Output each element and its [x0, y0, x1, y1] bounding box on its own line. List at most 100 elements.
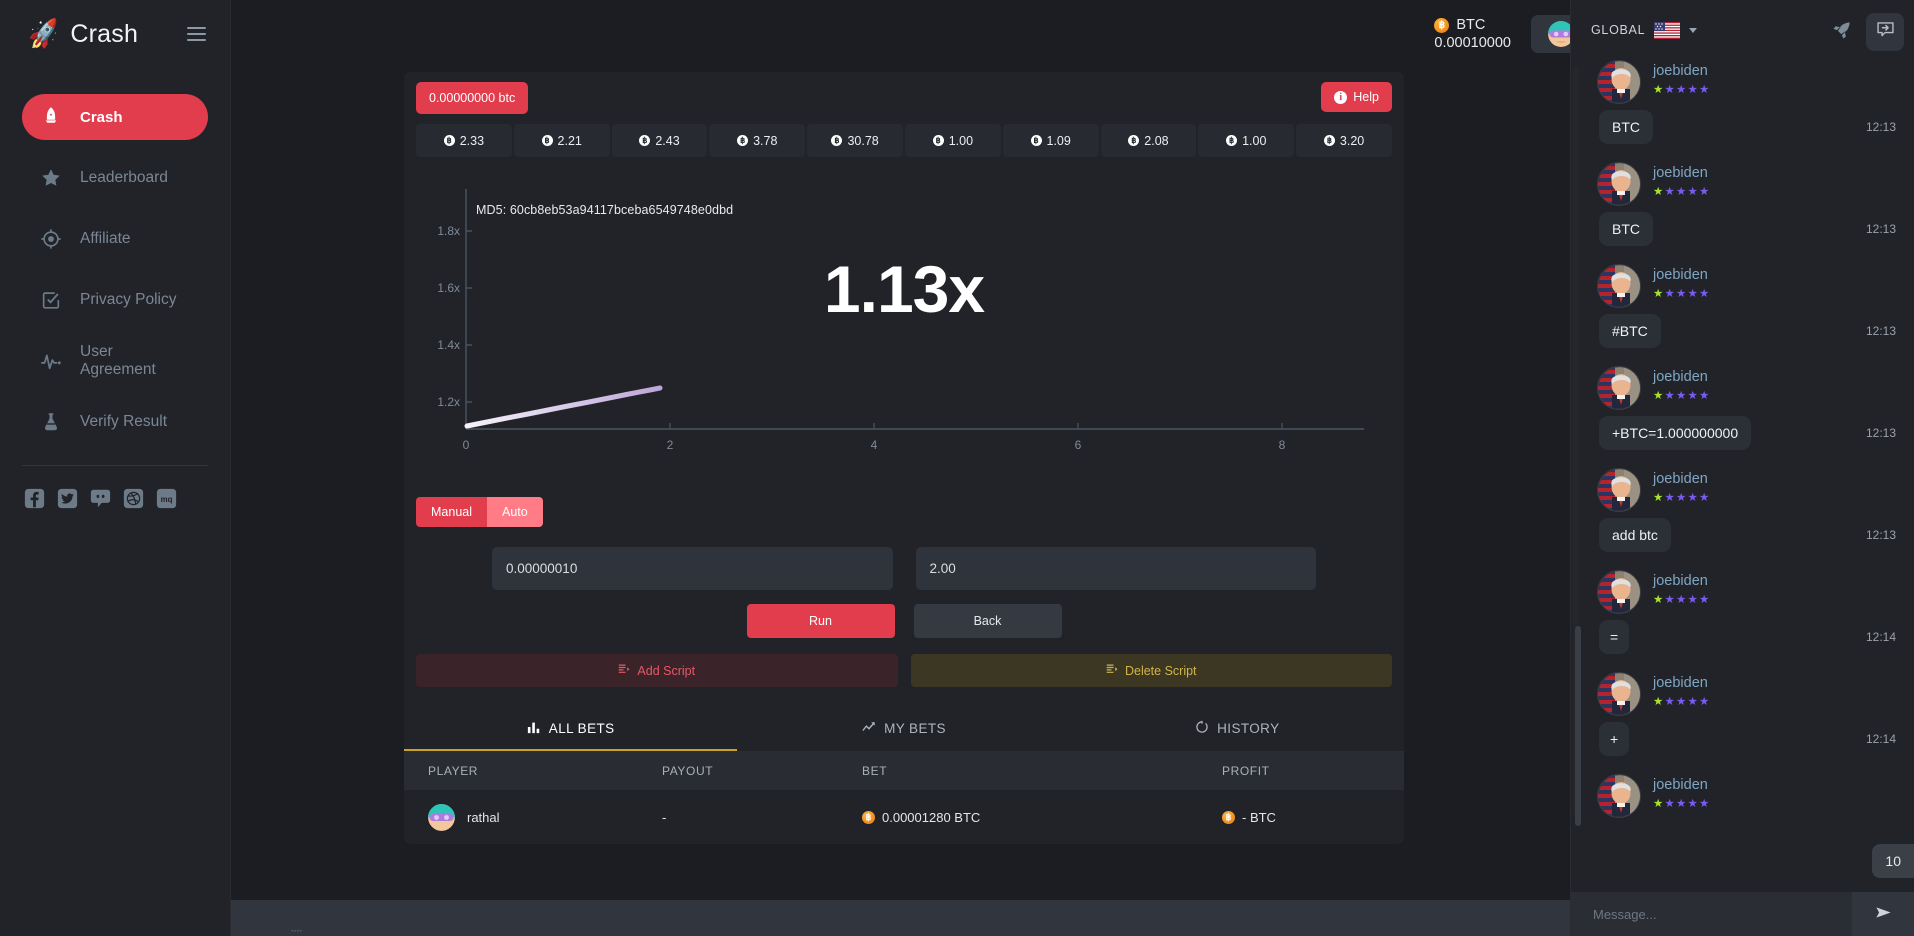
sidebar-item-privacy-policy[interactable]: Privacy Policy [22, 277, 208, 323]
history-item[interactable]: ฿ 1.00 [1198, 124, 1295, 157]
history-value: 1.00 [1242, 133, 1267, 148]
chat-bubble: add btc [1599, 518, 1671, 552]
chat-message: joebiden ★★★★★ + 12:14 [1597, 672, 1896, 756]
md5-hash: MD5: 60cb8eb53a94117bceba6549748e0dbd [476, 203, 734, 217]
btc-coin-icon: ฿ [862, 810, 875, 824]
total-bet-chip[interactable]: 0.00000000 btc [416, 82, 529, 114]
history-value: 1.00 [948, 133, 974, 148]
chat-message-input[interactable] [1571, 906, 1852, 922]
add-script-button[interactable]: Add Script [416, 654, 898, 687]
bet-amount-input[interactable] [492, 547, 893, 590]
history-item[interactable]: ฿ 30.78 [807, 124, 903, 157]
hamburger-icon[interactable] [183, 23, 210, 45]
history-value: 30.78 [847, 133, 879, 148]
history-item[interactable]: ฿ 1.00 [904, 124, 1001, 157]
btc-coin-icon: ฿ [1222, 810, 1235, 824]
sidebar-item-verify-result[interactable]: Verify Result [22, 399, 208, 445]
history-value: 3.78 [753, 133, 778, 148]
run-button[interactable]: Run [746, 604, 895, 638]
btc-coin-icon: ฿ [831, 135, 843, 146]
history-item[interactable]: ฿ 2.08 [1100, 124, 1197, 157]
svg-text:1.8x: 1.8x [437, 224, 460, 238]
chat-header: GLOBAL [1571, 0, 1914, 60]
bet-inputs [404, 527, 1404, 590]
script-actions: Add Script Delete Script [404, 638, 1404, 687]
sidebar-item-label: Verify Result [80, 413, 168, 430]
chat-username[interactable]: joebiden [1653, 471, 1711, 488]
tab-my-bets[interactable]: MY BETS [737, 705, 1070, 751]
chat-message: joebiden ★★★★★ = 12:14 [1597, 570, 1896, 654]
app-root: 🚀 Crash Crash Leaderboard Affiliate Priv… [0, 0, 1914, 936]
mq-icon[interactable]: mq [156, 488, 177, 509]
chat-bubble: + [1599, 722, 1630, 756]
tab-label: MY BETS [884, 720, 946, 736]
chat-timestamp: 12:14 [1865, 630, 1896, 644]
avatar [1597, 468, 1641, 512]
history-item[interactable]: ฿ 2.43 [611, 124, 708, 157]
rocket-icon[interactable] [1831, 20, 1852, 41]
chat-messages[interactable]: joebiden ★★★★★ BTC 12:13 joebiden ★★★★★ … [1571, 60, 1914, 892]
avatar [1597, 366, 1641, 410]
history-item[interactable]: ฿ 2.21 [513, 124, 610, 157]
btc-coin-icon: ฿ [541, 135, 553, 146]
history-item[interactable]: ฿ 1.09 [1002, 124, 1099, 157]
btc-coin-icon: ฿ [1323, 135, 1335, 146]
sidebar-item-crash[interactable]: Crash [22, 94, 208, 140]
chat-username[interactable]: joebiden [1653, 267, 1711, 284]
sidebar-item-affiliate[interactable]: Affiliate [22, 216, 208, 262]
cell-profit: ฿ - BTC [1222, 810, 1392, 825]
chat-username[interactable]: joebiden [1653, 675, 1711, 692]
flask-icon [40, 411, 62, 433]
history-item[interactable]: ฿ 3.78 [709, 124, 806, 157]
chat-toggle-icon [1875, 19, 1896, 45]
sidebar-item-label: Affiliate [80, 230, 131, 247]
clock-icon [1195, 720, 1209, 737]
back-button[interactable]: Back [913, 604, 1062, 638]
tab-label: HISTORY [1217, 720, 1280, 736]
btc-coin-icon: ฿ [443, 135, 455, 146]
twitter-icon[interactable] [57, 488, 78, 509]
chat-username[interactable]: joebiden [1653, 369, 1711, 386]
sidebar-item-user-agreement[interactable]: User Agreement [22, 338, 208, 384]
chat-username[interactable]: joebiden [1653, 573, 1711, 590]
chevron-down-icon[interactable] [1689, 27, 1698, 33]
user-rank-stars: ★★★★★ [1653, 491, 1711, 504]
unread-count-badge[interactable]: 10 [1872, 844, 1914, 878]
send-message-button[interactable] [1852, 892, 1914, 936]
discord-icon[interactable] [90, 488, 111, 509]
bets-table-header: PLAYER PAYOUT BET PROFIT [404, 752, 1404, 790]
chat-toggle-button[interactable] [1866, 13, 1904, 51]
history-item[interactable]: ฿ 2.33 [416, 124, 512, 157]
history-item[interactable]: ฿ 3.20 [1296, 124, 1392, 157]
dribbble-icon[interactable] [123, 488, 144, 509]
target-icon [40, 228, 62, 250]
delete-script-button[interactable]: Delete Script [910, 654, 1392, 687]
history-value: 2.21 [557, 133, 582, 148]
sidebar-item-leaderboard[interactable]: Leaderboard [22, 155, 208, 201]
help-label: Help [1353, 90, 1379, 104]
table-row[interactable]: rathal - ฿ 0.00001280 BTC ฿ - BTC [404, 790, 1404, 844]
avatar [1597, 264, 1641, 308]
avatar [1597, 672, 1641, 716]
chat-username[interactable]: joebiden [1653, 165, 1711, 182]
chat-username[interactable]: joebiden [1653, 63, 1711, 80]
mode-auto-button[interactable]: Auto [487, 497, 543, 527]
tab-history[interactable]: HISTORY [1071, 705, 1404, 751]
user-rank-stars: ★★★★★ [1653, 185, 1711, 198]
sidebar-nav: Crash Leaderboard Affiliate Privacy Poli… [0, 94, 230, 445]
balance-display[interactable]: ฿ BTC 0.00010000 [1434, 17, 1511, 51]
column-header-bet: BET [862, 764, 888, 778]
chat-username[interactable]: joebiden [1653, 777, 1711, 794]
facebook-icon[interactable] [24, 488, 45, 509]
user-rank-stars: ★★★★★ [1653, 389, 1711, 402]
bet-actions: Run Back [404, 590, 1404, 638]
mode-manual-button[interactable]: Manual [416, 497, 487, 527]
help-button[interactable]: i Help [1321, 82, 1392, 112]
history-value: 2.33 [459, 133, 485, 148]
chat-timestamp: 12:13 [1865, 528, 1896, 542]
tab-all-bets[interactable]: ALL BETS [404, 705, 737, 751]
user-rank-stars: ★★★★★ [1653, 695, 1711, 708]
game-panel-wrapper: 0.00000000 btc i Help ฿ 2.33 ฿ 2.21 ฿ 2.43 … [404, 72, 1404, 844]
chat-channel-label: GLOBAL [1591, 23, 1646, 37]
auto-cashout-input[interactable] [915, 547, 1316, 590]
